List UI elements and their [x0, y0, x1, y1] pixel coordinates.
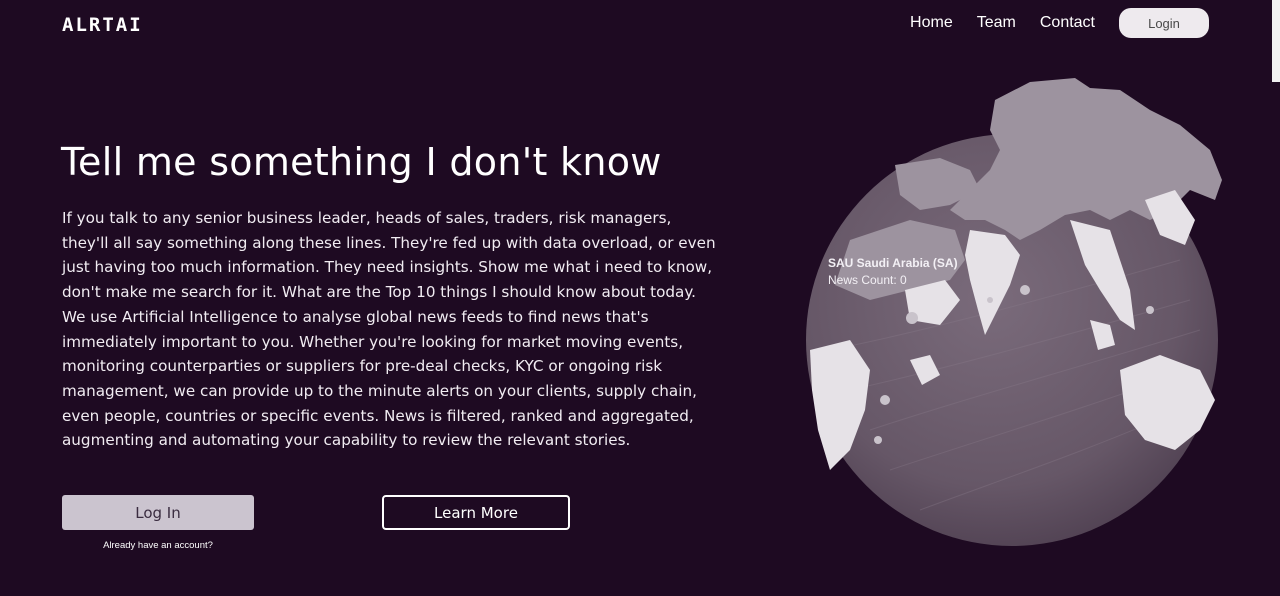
login-hint-text: Already have an account?	[103, 540, 213, 551]
top-nav: Home Team Contact Login	[910, 8, 1209, 38]
logo[interactable]: ALRTAI	[62, 14, 143, 36]
hero-description: If you talk to any senior business leade…	[62, 209, 716, 450]
nav-contact[interactable]: Contact	[1040, 8, 1095, 38]
login-button[interactable]: Log In	[62, 495, 254, 530]
globe-tooltip-country: SAU Saudi Arabia (SA)	[828, 256, 958, 270]
nav-team[interactable]: Team	[977, 8, 1016, 38]
hero-headline: Tell me something I don't know	[61, 140, 662, 184]
nav-home[interactable]: Home	[910, 8, 953, 38]
globe-visualization[interactable]	[790, 70, 1250, 550]
scrollbar[interactable]	[1272, 0, 1280, 82]
globe-tooltip-count: News Count: 0	[828, 273, 907, 287]
learn-more-button[interactable]: Learn More	[382, 495, 570, 530]
header-login-button[interactable]: Login	[1119, 8, 1209, 38]
